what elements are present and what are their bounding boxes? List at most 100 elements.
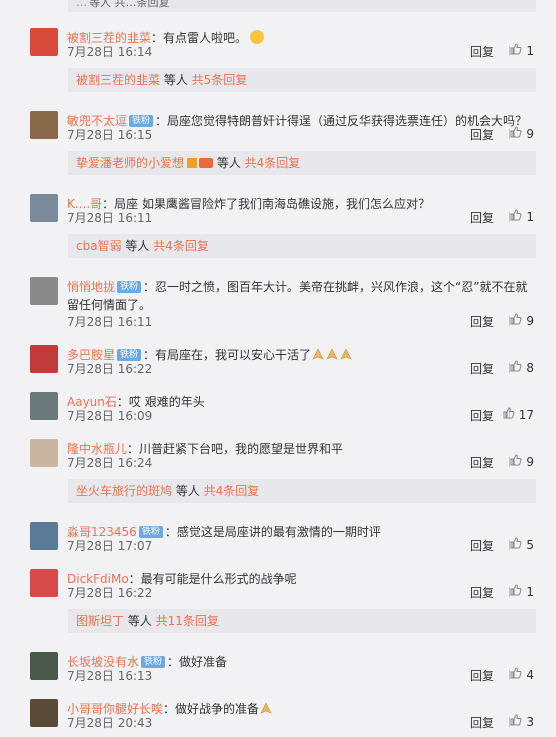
more-replies-count[interactable]: 共4条回复 (204, 484, 260, 498)
thumbs-up-icon (510, 126, 522, 141)
more-replies-bar[interactable]: 被割三茬的韭菜 等人 共5条回复 (68, 68, 536, 92)
avatar[interactable] (30, 699, 58, 727)
more-replies-user[interactable]: … (76, 0, 87, 9)
more-replies-bar[interactable]: 图斯坦丁 等人 共11条回复 (68, 609, 536, 633)
reply-button[interactable]: 回复 (470, 667, 494, 684)
more-replies-bar[interactable]: 坐火车旅行的斑鸠 等人 共4条回复 (68, 479, 536, 503)
more-replies-mid: 等人 (160, 73, 192, 87)
thumbs-up-icon (510, 584, 522, 599)
fan-badge: 铁粉 (117, 281, 142, 293)
reply-button[interactable]: 回复 (470, 209, 494, 226)
comment-time: 7月28日 16:22 (67, 586, 153, 600)
comment-text: ：有点雷人啦吧。 (151, 31, 248, 45)
like-button[interactable]: 1 (510, 584, 534, 599)
avatar[interactable] (30, 194, 58, 222)
avatar[interactable] (30, 392, 58, 420)
reply-user-link[interactable]: 图斯坦丁 (76, 614, 124, 628)
comment-time: 7月28日 16:11 (67, 315, 153, 329)
thumbs-up-icon (510, 360, 522, 375)
reply-user-link[interactable]: 挚爱潘老师的小爱想 (76, 156, 184, 170)
more-replies-bar[interactable]: 挚爱潘老师的小爱想 等人 共4条回复 (68, 151, 536, 175)
reply-button[interactable]: 回复 (470, 537, 494, 554)
pray-emoji-icon (311, 348, 325, 362)
reply-button[interactable]: 回复 (470, 584, 494, 601)
reply-user-link[interactable]: 坐火车旅行的斑鸠 (76, 484, 172, 498)
more-replies-bar[interactable]: cba智弱 等人 共4条回复 (68, 234, 536, 258)
like-button[interactable]: 9 (510, 126, 534, 141)
comment-body: 悄悄地拢 铁粉 ：忍一时之愤，图百年大计。美帝在挑衅，兴风作浪，这个“忍”就不在就留… (67, 278, 535, 314)
like-button[interactable]: 4 (510, 667, 534, 682)
avatar[interactable] (30, 652, 58, 680)
comment-text: ：感觉这是局座讲的最有激情的一期时评 (164, 525, 381, 539)
reply-button[interactable]: 回复 (470, 407, 494, 424)
pray-emoji-icon (259, 702, 273, 716)
comment-text: ：川普赶紧下台吧，我的愿望是世界和平 (127, 442, 344, 456)
avatar[interactable] (30, 439, 58, 467)
comment-time: 7月28日 16:14 (67, 45, 153, 59)
pray-emoji-icon (325, 348, 339, 362)
like-count: 1 (526, 584, 534, 599)
reply-button[interactable]: 回复 (470, 126, 494, 143)
more-replies-count[interactable]: 共5条回复 (192, 73, 248, 87)
reply-button[interactable]: 回复 (470, 313, 494, 330)
avatar[interactable] (30, 28, 58, 56)
comment-time: 7月28日 16:22 (67, 362, 153, 376)
avatar[interactable] (30, 522, 58, 550)
like-button[interactable]: 17 (503, 407, 534, 422)
comment-text: ：最有可能是什么形式的战争呢 (128, 572, 297, 586)
comment-text: ：做好战争的准备 (163, 702, 260, 716)
avatar[interactable] (30, 277, 58, 305)
comment-panel: … 等人 共…条回复 被割三茬的韭菜：有点雷人啦吧。 7月28日 16:14 回复 1 敏… (8, 0, 548, 737)
like-count: 1 (526, 43, 534, 58)
more-replies-count[interactable]: 等人 共…条回复 (89, 0, 170, 9)
like-count: 9 (526, 126, 534, 141)
like-count: 3 (526, 714, 534, 729)
like-button[interactable]: 9 (510, 454, 534, 469)
like-button[interactable]: 8 (510, 360, 534, 375)
like-count: 8 (526, 360, 534, 375)
reply-button[interactable]: 回复 (470, 454, 494, 471)
reply-button[interactable]: 回复 (470, 360, 494, 377)
pray-emoji-icon (339, 348, 353, 362)
vip-badge-icon (199, 158, 214, 168)
avatar[interactable] (30, 569, 58, 597)
reply-user-link[interactable]: 被割三茬的韭菜 (76, 73, 160, 87)
like-button[interactable]: 9 (510, 313, 534, 328)
like-button[interactable]: 1 (510, 209, 534, 224)
more-replies-bar-top[interactable]: … 等人 共…条回复 (68, 0, 536, 12)
comment-time: 7月28日 16:24 (67, 456, 153, 470)
like-button[interactable]: 1 (510, 43, 534, 58)
thumbs-up-icon (510, 714, 522, 729)
comment-time: 7月28日 16:11 (67, 211, 153, 225)
more-replies-mid: 等人 (121, 239, 154, 253)
like-count: 17 (518, 407, 534, 422)
avatar[interactable] (30, 345, 58, 373)
like-button[interactable]: 3 (510, 714, 534, 729)
more-replies-mid: 等人 (124, 614, 156, 628)
like-count: 9 (526, 313, 534, 328)
avatar[interactable] (30, 111, 58, 139)
username-link[interactable]: 悄悄地拢 (67, 280, 115, 294)
comment-text: ：做好准备 (167, 655, 228, 669)
thumbs-up-icon (503, 407, 515, 422)
reply-button[interactable]: 回复 (470, 714, 494, 731)
more-replies-count[interactable]: 共11条回复 (156, 614, 219, 628)
more-replies-mid: 等人 (213, 156, 245, 170)
more-replies-count[interactable]: 共4条回复 (153, 239, 209, 253)
comment-time: 7月28日 16:15 (67, 128, 153, 142)
more-replies-mid: 等人 (172, 484, 204, 498)
more-replies-count[interactable]: 共4条回复 (245, 156, 301, 170)
thumbs-up-icon (510, 667, 522, 682)
like-count: 4 (526, 667, 534, 682)
comment-time: 7月28日 16:09 (67, 409, 153, 423)
comment-text: ：有局座在，我可以安心干活了 (143, 348, 312, 362)
reply-button[interactable]: 回复 (470, 43, 494, 60)
thumbs-up-icon (510, 313, 522, 328)
comment-time: 7月28日 16:13 (67, 669, 153, 683)
like-button[interactable]: 5 (510, 537, 534, 552)
verified-badge-icon (187, 158, 198, 168)
thumbs-up-icon (510, 43, 522, 58)
thumbs-up-icon (510, 454, 522, 469)
comment-time: 7月28日 17:07 (67, 539, 153, 553)
reply-user-link[interactable]: cba智弱 (76, 239, 122, 253)
